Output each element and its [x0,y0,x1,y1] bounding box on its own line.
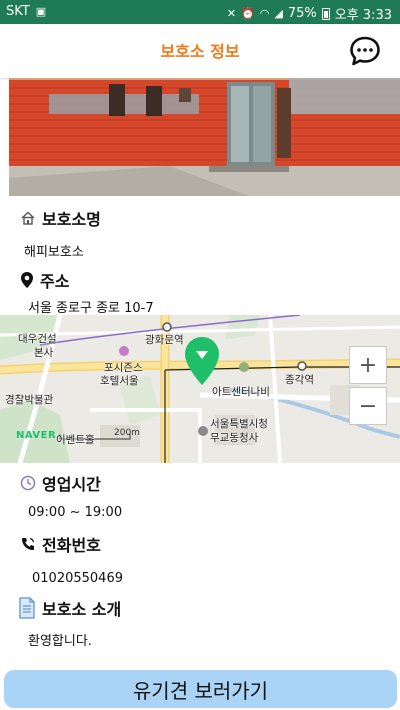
view-dogs-button[interactable]: 유기견 보러가기 [4,670,397,708]
intro-heading: 보호소 소개 [18,596,121,620]
map-label-mugyo: 무교동청사 [210,432,259,444]
chat-button[interactable] [348,34,382,68]
intro-label: 보호소 소개 [42,600,122,619]
map-label-event-hall: 이벤트홀 [56,434,95,446]
map-label-jonggak: 종각역 [285,374,314,386]
phone-label: 전화번호 [42,536,101,555]
alarm-icon: ⏰ [241,7,255,20]
map-label-daewoo: 대우건설 [18,333,57,345]
address-value: 서울 종로구 종로 10-7 [28,301,154,316]
map-label-four-seasons-hotel: 호텔서울 [100,375,139,387]
map-label-daewoo-hq: 본사 [34,347,54,359]
address-heading: 주소 [20,268,69,292]
map-label-art-center: 아트센터나비 [212,386,270,398]
clock: 오후 3:33 [334,8,392,23]
phone-icon [22,537,35,550]
shelter-house-icon [21,211,35,225]
map-label-gwanghwamun: 광화문역 [145,334,184,346]
hours-heading: 영업시간 [20,471,101,495]
phone-value[interactable]: 01020550469 [32,571,123,586]
app-header: 보호소 정보 [0,24,400,78]
mute-icon: ✕ [226,7,237,20]
wifi-icon: ◠ [259,7,270,20]
status-bar: SKT ▣ ✕ ⏰ ◠ ◢ 75% 오후 3:33 [0,0,400,24]
gallery-icon: ▣ [35,5,47,18]
map-label-city-hall: 서울특별시청 [210,418,268,430]
zoom-in-button[interactable]: + [349,346,387,384]
shelter-name-label: 보호소명 [42,210,101,229]
shelter-name-heading: 보호소명 [20,206,101,230]
phone-heading: 전화번호 [20,532,101,556]
chat-bubble-icon [350,36,380,66]
document-icon [19,597,35,619]
shelter-photo [9,78,400,196]
address-label: 주소 [40,272,70,291]
battery-percent: 75% [287,6,317,21]
naver-logo: NAVER [16,430,57,441]
hours-label: 영업시간 [42,475,101,494]
location-map[interactable]: 대우건설 본사 광화문역 포시즌스 호텔서울 아트센터나비 종각역 경찰박물관 … [0,315,400,463]
map-scale-label: 200m [114,428,140,438]
battery-icon [321,7,330,20]
hours-value: 09:00 ~ 19:00 [28,505,123,520]
map-label-museum: 경찰박물관 [5,394,54,406]
clock-icon [20,475,36,491]
page-title: 보호소 정보 [160,42,240,61]
intro-value: 환영합니다. [28,634,92,649]
carrier-label: SKT [6,4,30,19]
shelter-name-value: 해피보호소 [24,245,84,260]
zoom-out-button[interactable]: − [349,387,387,425]
map-pin-icon [21,272,33,288]
signal-icon: ◢ [274,7,283,20]
